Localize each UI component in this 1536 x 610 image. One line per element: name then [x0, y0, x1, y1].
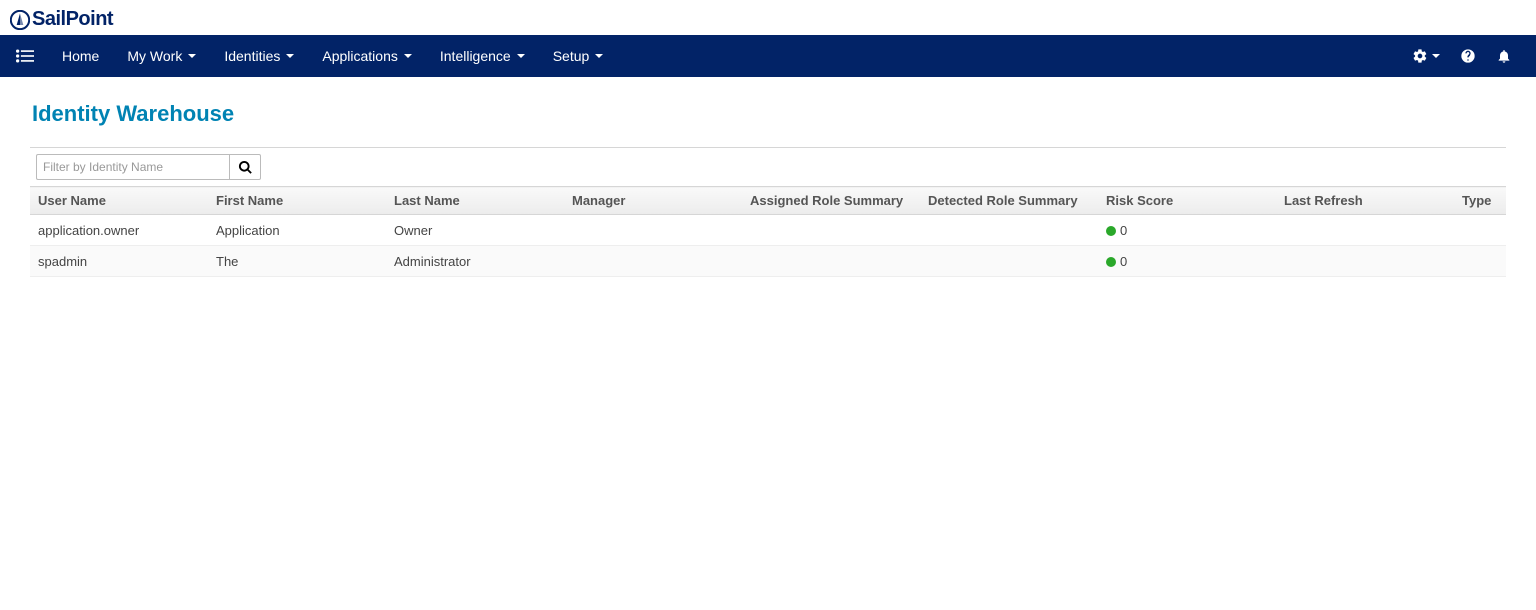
risk-indicator-icon: [1106, 257, 1116, 267]
search-icon: [238, 160, 253, 175]
nav-setup[interactable]: Setup: [539, 35, 618, 77]
cell-detected-role: [920, 215, 1098, 246]
chevron-down-icon: [188, 54, 196, 58]
chevron-down-icon: [517, 54, 525, 58]
cell-detected-role: [920, 246, 1098, 277]
cell-assigned-role: [742, 246, 920, 277]
sailpoint-logo-icon: [10, 10, 30, 30]
cell-last-refresh: [1276, 246, 1454, 277]
settings-button[interactable]: [1402, 35, 1450, 77]
brand-name: SailPoint: [32, 8, 113, 31]
nav-label: Intelligence: [440, 48, 511, 64]
cell-manager: [564, 215, 742, 246]
filter-by-name-input[interactable]: [36, 154, 229, 180]
col-risk-score[interactable]: Risk Score: [1098, 187, 1276, 215]
risk-value: 0: [1120, 254, 1127, 269]
col-type[interactable]: Type: [1454, 187, 1506, 215]
table-row[interactable]: application.ownerApplicationOwner 0: [30, 215, 1506, 246]
nav-label: Identities: [224, 48, 280, 64]
chevron-down-icon: [286, 54, 294, 58]
risk-value: 0: [1120, 223, 1127, 238]
risk-indicator-icon: [1106, 226, 1116, 236]
notifications-button[interactable]: [1486, 35, 1522, 77]
help-icon: [1460, 48, 1476, 64]
col-first-name[interactable]: First Name: [208, 187, 386, 215]
cell-risk-score: 0: [1098, 215, 1276, 246]
nav-intelligence[interactable]: Intelligence: [426, 35, 539, 77]
col-detected-role[interactable]: Detected Role Summary: [920, 187, 1098, 215]
bell-icon: [1496, 48, 1512, 64]
cell-first-name: The: [208, 246, 386, 277]
chevron-down-icon: [404, 54, 412, 58]
chevron-down-icon: [595, 54, 603, 58]
nav-label: My Work: [127, 48, 182, 64]
nav-home[interactable]: Home: [48, 35, 113, 77]
col-assigned-role[interactable]: Assigned Role Summary: [742, 187, 920, 215]
table-row[interactable]: spadminTheAdministrator 0: [30, 246, 1506, 277]
col-manager[interactable]: Manager: [564, 187, 742, 215]
col-user-name[interactable]: User Name: [30, 187, 208, 215]
cell-first-name: Application: [208, 215, 386, 246]
col-last-refresh[interactable]: Last Refresh: [1276, 187, 1454, 215]
col-last-name[interactable]: Last Name: [386, 187, 564, 215]
gear-icon: [1412, 48, 1428, 64]
cell-manager: [564, 246, 742, 277]
help-button[interactable]: [1450, 35, 1486, 77]
page-title: Identity Warehouse: [32, 101, 1506, 127]
cell-type: [1454, 215, 1506, 246]
cell-last-name: Owner: [386, 215, 564, 246]
menu-icon: [16, 49, 34, 63]
identity-table: User Name First Name Last Name Manager A…: [30, 186, 1506, 277]
cell-assigned-role: [742, 215, 920, 246]
nav-label: Applications: [322, 48, 398, 64]
cell-last-name: Administrator: [386, 246, 564, 277]
menu-toggle-button[interactable]: [10, 49, 40, 63]
cell-user-name: spadmin: [30, 246, 208, 277]
nav-my-work[interactable]: My Work: [113, 35, 210, 77]
cell-user-name: application.owner: [30, 215, 208, 246]
cell-last-refresh: [1276, 215, 1454, 246]
search-button[interactable]: [229, 154, 261, 180]
nav-identities[interactable]: Identities: [210, 35, 308, 77]
nav-label: Home: [62, 48, 99, 64]
chevron-down-icon: [1432, 54, 1440, 58]
cell-risk-score: 0: [1098, 246, 1276, 277]
nav-applications[interactable]: Applications: [308, 35, 426, 77]
main-navbar: Home My Work Identities Applications Int…: [0, 35, 1536, 77]
nav-label: Setup: [553, 48, 590, 64]
brand-logo[interactable]: SailPoint: [10, 8, 1526, 31]
cell-type: [1454, 246, 1506, 277]
identity-panel: User Name First Name Last Name Manager A…: [30, 147, 1506, 277]
